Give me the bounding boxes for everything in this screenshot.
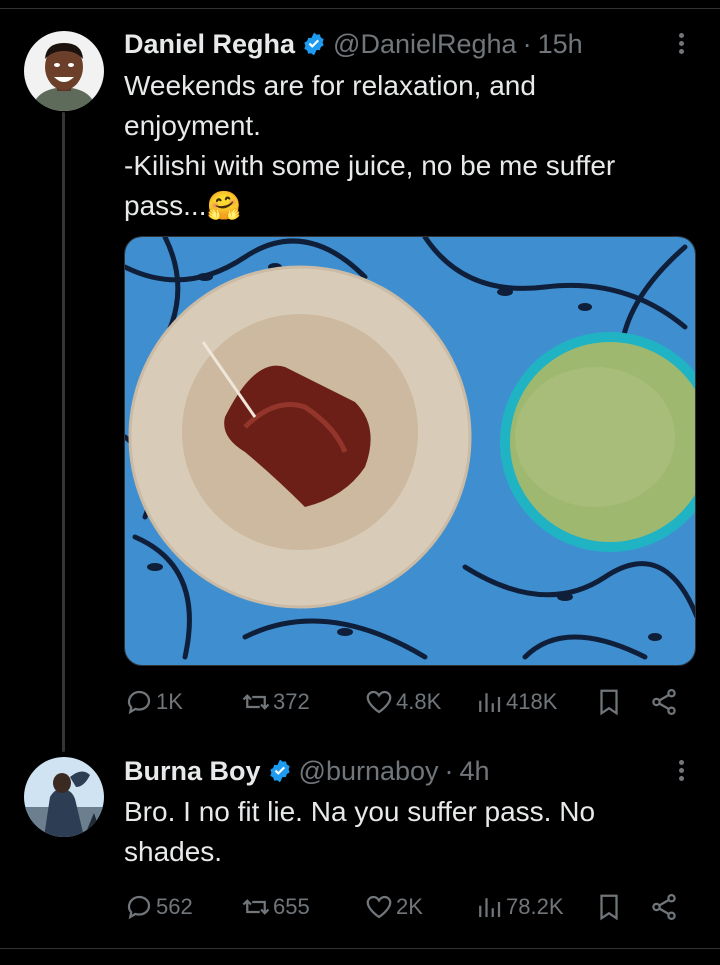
user-handle[interactable]: @DanielRegha xyxy=(333,28,517,60)
repost-count: 655 xyxy=(273,894,310,919)
views-icon xyxy=(479,693,501,712)
bottom-divider xyxy=(0,948,720,949)
user-handle[interactable]: @burnaboy xyxy=(299,755,439,787)
top-divider xyxy=(0,8,720,9)
share-button[interactable] xyxy=(649,682,681,722)
repost-count: 372 xyxy=(273,689,310,714)
bookmark-icon xyxy=(600,689,618,716)
share-button[interactable] xyxy=(649,887,681,927)
repost-button[interactable]: 372 xyxy=(241,682,310,722)
verified-badge-icon[interactable] xyxy=(267,758,293,784)
like-button[interactable]: 2K xyxy=(364,887,423,927)
timestamp[interactable]: 15h xyxy=(538,28,583,60)
display-name[interactable]: Daniel Regha xyxy=(124,28,295,60)
reply-button[interactable]: 1K xyxy=(124,682,183,722)
tweet-text-line: pass...🤗 xyxy=(124,190,242,221)
bookmark-icon xyxy=(600,894,618,921)
share-icon xyxy=(652,894,676,920)
views-button[interactable]: 418K xyxy=(474,682,557,722)
repost-icon xyxy=(242,694,270,710)
reply-icon xyxy=(127,690,151,715)
tweet-text: Bro. I no fit lie. Na you suffer pass. N… xyxy=(124,792,694,872)
more-options-icon[interactable] xyxy=(676,757,686,787)
repost-icon xyxy=(242,899,270,915)
reply-count: 1K xyxy=(156,689,183,714)
tweet-header: Burna Boy @burnaboy · 4h xyxy=(124,755,490,787)
more-options-icon[interactable] xyxy=(676,30,686,60)
like-count: 4.8K xyxy=(396,689,442,714)
tweet-text-line: Weekends are for relaxation, and xyxy=(124,70,536,101)
reply-button[interactable]: 562 xyxy=(124,887,193,927)
verified-badge-icon[interactable] xyxy=(301,31,327,57)
tweet-text-line: shades. xyxy=(124,836,223,867)
views-count: 78.2K xyxy=(506,894,564,919)
reply-icon xyxy=(127,895,151,920)
bookmark-button[interactable] xyxy=(594,887,626,927)
views-button[interactable]: 78.2K xyxy=(474,887,564,927)
reply-count: 562 xyxy=(156,894,193,919)
thread-connector-line xyxy=(62,112,65,752)
tweet-text-line: -Kilishi with some juice, no be me suffe… xyxy=(124,150,616,181)
tweet-photo[interactable] xyxy=(124,236,696,666)
heart-icon xyxy=(366,895,392,919)
timestamp[interactable]: 4h xyxy=(460,755,490,787)
like-count: 2K xyxy=(396,894,423,919)
display-name[interactable]: Burna Boy xyxy=(124,755,261,787)
views-count: 418K xyxy=(506,689,558,714)
tweet-header: Daniel Regha @DanielRegha · 15h xyxy=(124,28,583,60)
like-button[interactable]: 4.8K xyxy=(364,682,441,722)
share-icon xyxy=(652,689,676,715)
separator-dot: · xyxy=(444,756,454,786)
tweet-text-line: Bro. I no fit lie. Na you suffer pass. N… xyxy=(124,796,596,827)
avatar-burna-boy[interactable] xyxy=(24,757,104,837)
tweet-actions: 1K 372 4.8K 418K xyxy=(124,682,684,722)
views-icon xyxy=(479,898,501,917)
avatar-daniel-regha[interactable] xyxy=(24,31,104,111)
tweet-text: Weekends are for relaxation, and enjoyme… xyxy=(124,66,694,226)
heart-icon xyxy=(366,690,392,714)
tweet-text-line: enjoyment. xyxy=(124,110,261,141)
tweet-actions: 562 655 2K 78.2K xyxy=(124,887,684,927)
bookmark-button[interactable] xyxy=(594,682,626,722)
repost-button[interactable]: 655 xyxy=(241,887,310,927)
separator-dot: · xyxy=(522,29,532,59)
